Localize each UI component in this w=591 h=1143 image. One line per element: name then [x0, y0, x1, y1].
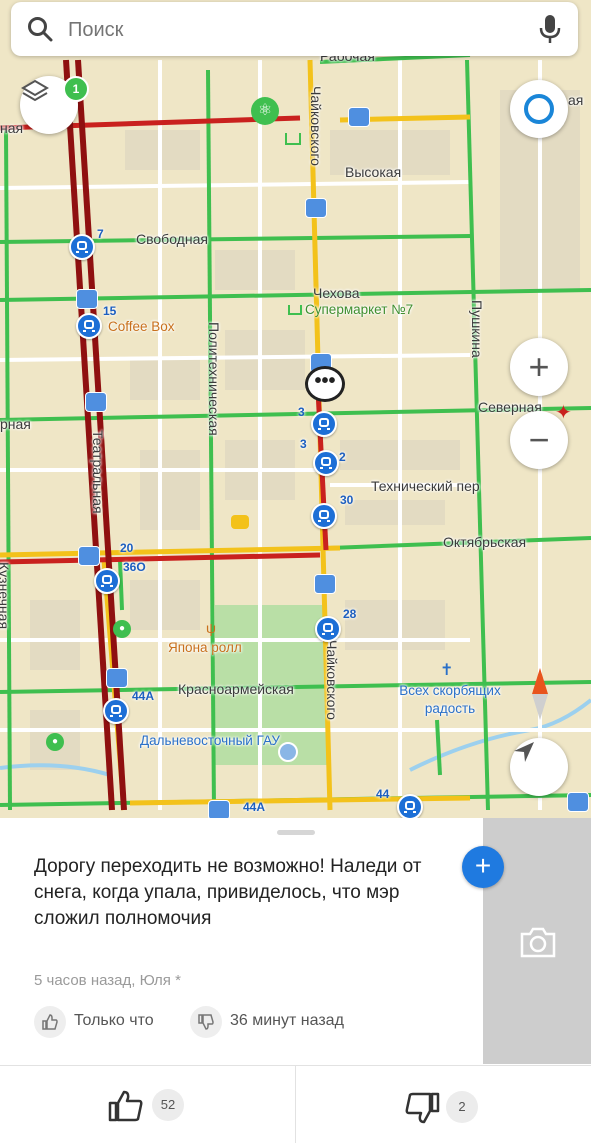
like-button[interactable]: 52 — [0, 1066, 295, 1143]
zoom-out-button[interactable]: − — [510, 411, 568, 469]
paw-icon: ● — [46, 733, 64, 751]
bus-stop-icon[interactable] — [311, 411, 337, 437]
assistant-icon — [524, 94, 554, 124]
camera-icon — [520, 927, 556, 958]
bus-stop-sign-icon[interactable] — [106, 668, 128, 688]
route-number: 3 — [300, 437, 307, 451]
bus-stop-sign-icon[interactable] — [314, 574, 336, 594]
street-label-svobodnaya: Свободная — [136, 231, 208, 247]
bus-stop-icon[interactable] — [397, 794, 423, 818]
assistant-button[interactable] — [510, 80, 568, 138]
route-number: 44А — [243, 800, 266, 814]
drag-handle[interactable] — [277, 830, 315, 835]
minus-icon: − — [528, 419, 550, 460]
route-number: 44А — [132, 689, 155, 703]
thumbs-down-icon — [405, 1092, 440, 1124]
poi-yapona-roll[interactable]: Япона ролл — [168, 640, 242, 655]
thumbs-up-icon — [42, 1014, 58, 1030]
bus-stop-icon[interactable] — [313, 450, 339, 476]
zoom-in-button[interactable]: + — [510, 338, 568, 396]
bus-stop-sign-icon[interactable] — [76, 289, 98, 309]
bus-stop-sign-icon[interactable] — [348, 107, 370, 127]
poi-supermarket[interactable]: Супермаркет №7 — [305, 302, 413, 317]
route-number: 44 — [376, 787, 390, 801]
route-number: 2 — [339, 450, 346, 464]
bus-stop-icon[interactable] — [103, 698, 129, 724]
paw-icon: ● — [113, 620, 131, 638]
compass-icon — [532, 668, 548, 720]
street-label-vysokaya: Высокая — [345, 164, 402, 180]
search-bar[interactable] — [11, 2, 578, 56]
layers-icon — [21, 79, 49, 102]
bus-stop-icon[interactable] — [94, 568, 120, 594]
street-label-oktyabrskaya: Октябрьская — [443, 534, 527, 550]
microphone-icon[interactable] — [539, 14, 561, 44]
route-number: 30 — [340, 493, 354, 507]
post-meta: 5 часов назад, Юля * — [34, 972, 181, 989]
post-text: Дорогу переходить не возможно! Наледи от… — [34, 856, 422, 929]
dislike-small-button[interactable] — [190, 1006, 222, 1038]
bus-stop-sign-icon[interactable] — [305, 198, 327, 218]
like-time: Только что — [74, 1012, 154, 1029]
street-label-politekhnicheskaya: Политехническая — [206, 322, 222, 436]
street-label-teatralnaya: Театральная — [90, 430, 106, 514]
comment-marker-icon[interactable]: ••• — [305, 366, 345, 402]
route-number: 3 — [298, 405, 305, 419]
bus-stop-icon[interactable] — [315, 616, 341, 642]
poi-gau[interactable]: Дальневосточный ГАУ — [140, 732, 280, 750]
my-location-button[interactable] — [510, 738, 568, 796]
route-number: 28 — [343, 607, 357, 621]
post-panel: + Дорогу переходить не возможно! Наледи … — [0, 818, 591, 1143]
street-label-pushkina: Пушкина — [469, 300, 485, 358]
shop-cart-icon — [285, 133, 301, 145]
bus-stop-icon[interactable] — [76, 313, 102, 339]
street-label-left-na: ная — [0, 120, 24, 136]
street-label-tekhnicheskiy: Технический пер — [371, 478, 480, 494]
church-icon: ✝ — [440, 662, 454, 679]
vote-bar: 52 2 — [0, 1065, 591, 1143]
search-icon — [28, 17, 53, 42]
thumbs-down-icon — [198, 1014, 214, 1030]
atom-icon: ⚛ — [251, 97, 279, 125]
street-label-chaykovskogo-top: Чайковского — [308, 86, 324, 166]
route-number: 36О — [123, 560, 146, 574]
compass-button[interactable] — [522, 664, 558, 724]
street-label-left-rnaya: рная — [0, 416, 31, 432]
bus-stop-sign-icon[interactable] — [567, 792, 589, 812]
dislike-time: 36 минут назад — [230, 1012, 344, 1029]
dislikes-count: 2 — [446, 1091, 478, 1123]
add-button[interactable]: + — [462, 846, 504, 888]
street-label-krasnoarmeyskaya: Красноармейская — [178, 681, 294, 697]
route-number: 15 — [103, 304, 117, 318]
street-label-right-aya: ая — [568, 92, 584, 108]
route-number: 20 — [120, 541, 134, 555]
street-label-kuznechnaya: Кузнечная — [0, 562, 12, 630]
bus-stop-icon[interactable] — [311, 503, 337, 529]
layers-badge: 1 — [63, 76, 89, 102]
restaurant-icon: ψ — [206, 620, 216, 636]
map-view[interactable]: Рабочая Высокая Свободная Чехова Северна… — [0, 0, 591, 818]
car-icon — [231, 515, 249, 529]
supermarket-icon — [288, 305, 302, 315]
dislike-button[interactable]: 2 — [296, 1066, 591, 1143]
route-number: 7 — [97, 227, 104, 241]
bus-stop-icon[interactable] — [69, 234, 95, 260]
bus-stop-sign-icon[interactable] — [208, 800, 230, 818]
bus-stop-sign-icon[interactable] — [78, 546, 100, 566]
street-label-chaykovskogo-bottom: Чайковского — [324, 640, 340, 720]
like-small-button[interactable] — [34, 1006, 66, 1038]
university-icon — [278, 742, 298, 762]
street-label-chekhova: Чехова — [313, 285, 360, 301]
location-arrow-icon — [514, 742, 534, 762]
plus-icon: + — [528, 346, 550, 387]
poi-church[interactable]: Всех скорбящих радость — [390, 682, 510, 718]
likes-count: 52 — [152, 1089, 184, 1121]
bus-stop-sign-icon[interactable] — [85, 392, 107, 412]
thumbs-up-icon — [108, 1090, 143, 1122]
poi-coffee-box[interactable]: Coffee Box — [108, 319, 175, 334]
search-input[interactable] — [66, 12, 510, 48]
